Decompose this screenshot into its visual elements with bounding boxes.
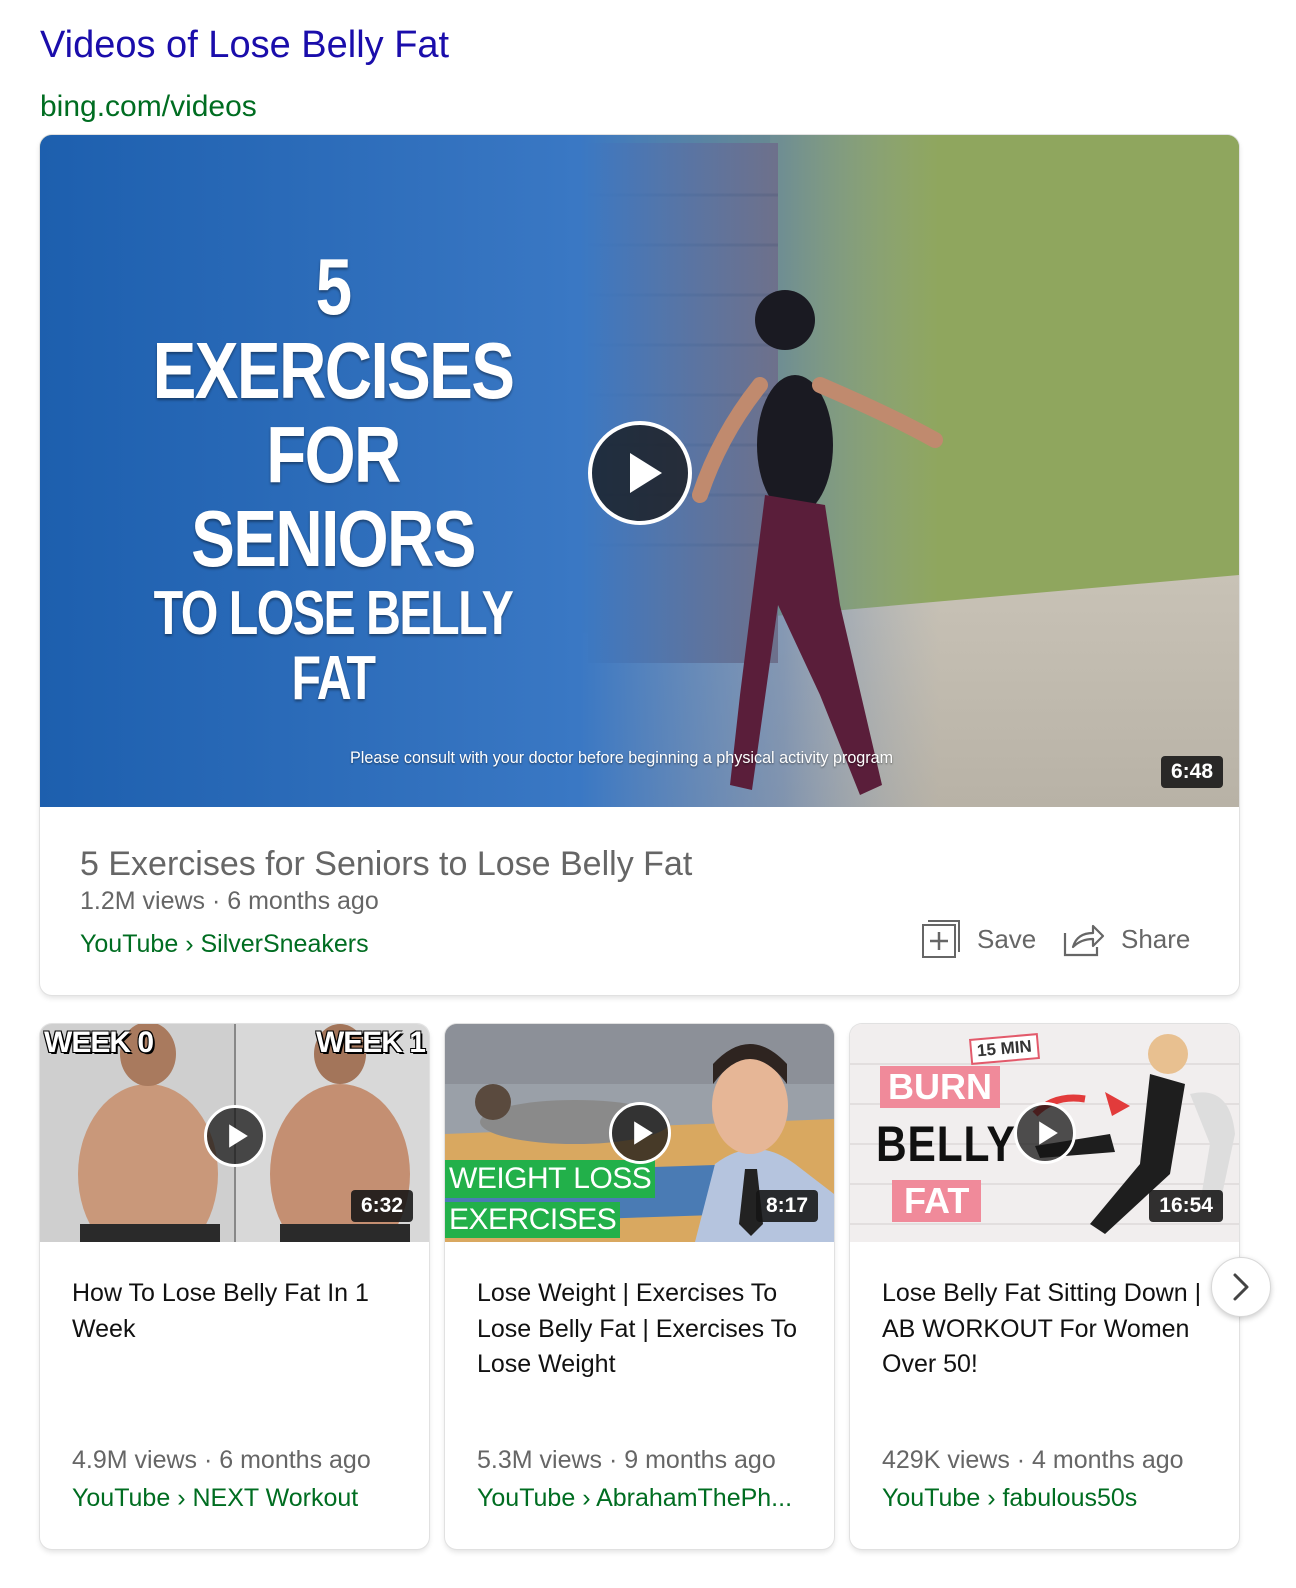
video-duration-badge: 6:32 xyxy=(350,1190,413,1222)
thumb-word-belly: BELLY xyxy=(876,1116,1016,1172)
featured-video-thumbnail[interactable]: 5 EXERCISES FOR SENIORS TO LOSE BELLY FA… xyxy=(40,135,1239,807)
video-duration-badge: 8:17 xyxy=(755,1190,818,1222)
play-button[interactable] xyxy=(1014,1102,1076,1164)
featured-thumbnail-caption: Please consult with your doctor before b… xyxy=(350,748,894,767)
video-title[interactable]: How To Lose Belly Fat In 1 Week xyxy=(72,1276,407,1347)
video-thumbnail[interactable]: 15 MIN BURN BELLY FAT 16:54 xyxy=(850,1024,1239,1242)
thumb-label-line1: WEIGHT LOSS xyxy=(445,1160,656,1198)
video-card[interactable]: 15 MIN BURN BELLY FAT 16:54 Lose Belly F… xyxy=(850,1024,1239,1549)
share-button[interactable]: Share xyxy=(1063,917,1190,961)
thumb-label-left: WEEK 0 xyxy=(44,1026,154,1059)
video-title[interactable]: Lose Weight | Exercises To Lose Belly Fa… xyxy=(477,1276,812,1383)
thumb-label-line2: EXERCISES xyxy=(445,1202,621,1238)
video-source[interactable]: YouTube › NEXT Workout xyxy=(72,1484,412,1513)
video-card[interactable]: WEIGHT LOSS EXERCISES 8:17 Lose Weight |… xyxy=(445,1024,834,1549)
play-icon xyxy=(634,1121,653,1145)
featured-thumbnail-headline: 5 EXERCISES FOR SENIORS TO LOSE BELLY FA… xyxy=(98,242,568,714)
video-duration-badge: 6:48 xyxy=(1160,756,1223,788)
thumb-headline-line2: FOR SENIORS xyxy=(191,410,476,583)
featured-video-card[interactable]: 5 EXERCISES FOR SENIORS TO LOSE BELLY FA… xyxy=(40,135,1239,995)
play-button[interactable] xyxy=(609,1102,671,1164)
add-to-collection-icon xyxy=(922,920,960,958)
video-duration-badge: 16:54 xyxy=(1149,1190,1223,1222)
share-label: Share xyxy=(1121,923,1191,954)
video-thumbnail[interactable]: WEEK 0 WEEK 1 6:32 xyxy=(40,1024,429,1242)
video-source[interactable]: YouTube › fabulous50s xyxy=(882,1484,1222,1513)
thumb-headline-line3: TO LOSE BELLY FAT xyxy=(153,579,514,714)
video-card[interactable]: WEEK 0 WEEK 1 6:32 How To Lose Belly Fat… xyxy=(40,1024,429,1549)
play-button[interactable] xyxy=(588,421,692,525)
featured-video-source[interactable]: YouTube › SilverSneakers xyxy=(80,930,369,959)
play-icon xyxy=(1039,1121,1058,1145)
thumb-label-right: WEEK 1 xyxy=(315,1026,426,1059)
play-icon xyxy=(630,453,662,493)
thumb-headline-line1: 5 EXERCISES xyxy=(152,242,515,415)
thumb-word-fat: FAT xyxy=(892,1180,982,1222)
featured-video-title[interactable]: 5 Exercises for Seniors to Lose Belly Fa… xyxy=(80,845,692,884)
play-button[interactable] xyxy=(204,1105,266,1167)
video-title[interactable]: Lose Belly Fat Sitting Down | AB WORKOUT… xyxy=(882,1276,1217,1383)
play-icon xyxy=(229,1124,248,1148)
results-heading-link[interactable]: Videos of Lose Belly Fat xyxy=(40,24,449,67)
video-meta: 429K views · 4 months ago xyxy=(882,1446,1184,1474)
save-label: Save xyxy=(977,923,1037,954)
share-arrow-icon xyxy=(1063,924,1105,957)
results-source-url[interactable]: bing.com/videos xyxy=(40,90,257,124)
carousel-next-button[interactable] xyxy=(1211,1257,1271,1317)
thumb-word-burn: BURN xyxy=(880,1066,1000,1108)
video-meta: 4.9M views · 6 months ago xyxy=(72,1446,371,1474)
chevron-right-icon xyxy=(1233,1273,1249,1301)
save-button[interactable]: Save xyxy=(921,917,1036,961)
video-thumbnail[interactable]: WEIGHT LOSS EXERCISES 8:17 xyxy=(445,1024,834,1242)
video-source[interactable]: YouTube › AbrahamThePh... xyxy=(477,1484,817,1513)
featured-video-meta: 1.2M views · 6 months ago xyxy=(80,887,379,915)
video-meta: 5.3M views · 9 months ago xyxy=(477,1446,776,1474)
